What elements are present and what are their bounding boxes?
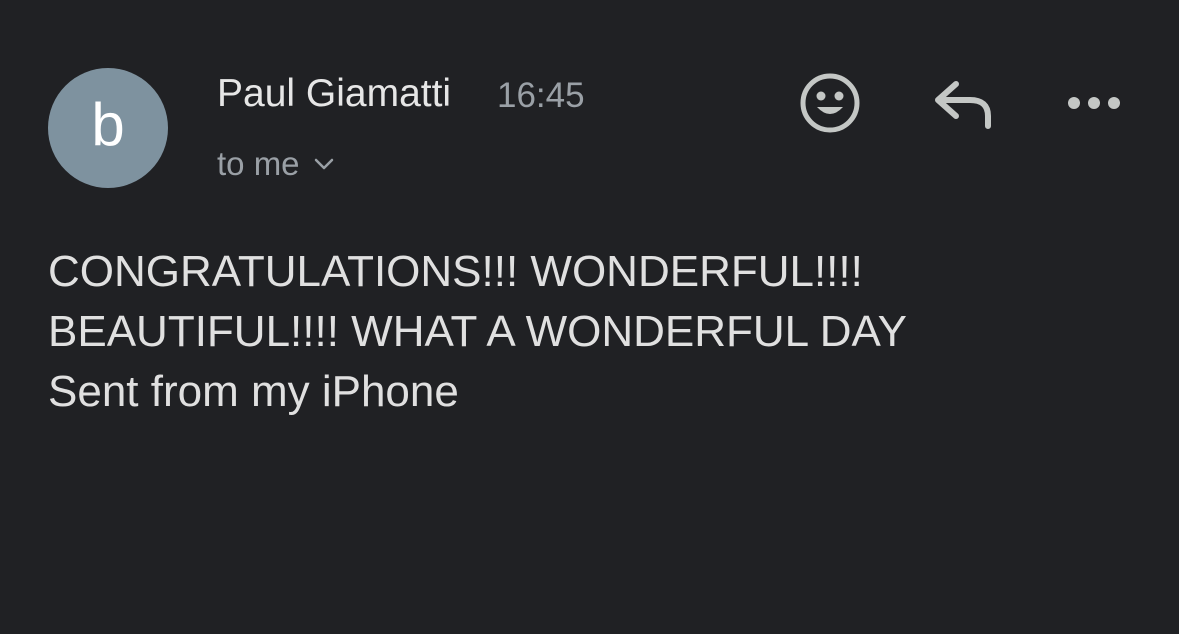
add-reaction-button[interactable] bbox=[798, 71, 862, 135]
reply-arrow-icon bbox=[935, 81, 991, 129]
message-time: 16:45 bbox=[497, 76, 585, 115]
reply-button[interactable] bbox=[930, 76, 996, 132]
more-options-button[interactable] bbox=[1064, 88, 1124, 118]
message-body-line: BEAUTIFUL!!!! WHAT A WONDERFUL DAY bbox=[48, 307, 907, 356]
chevron-down-icon bbox=[314, 158, 333, 170]
smiley-icon bbox=[800, 73, 860, 133]
sender-name[interactable]: Paul Giamatti bbox=[217, 72, 451, 116]
message-signature: Sent from my iPhone bbox=[48, 367, 459, 416]
message-body: CONGRATULATIONS!!! WONDERFUL!!!! BEAUTIF… bbox=[48, 242, 1148, 422]
message-body-line: CONGRATULATIONS!!! WONDERFUL!!!! bbox=[48, 247, 863, 296]
avatar-letter: b bbox=[91, 91, 125, 158]
recipient-label: to me bbox=[217, 145, 300, 182]
more-horizontal-icon bbox=[1068, 97, 1120, 109]
avatar[interactable]: b bbox=[48, 68, 168, 188]
recipient-toggle[interactable]: to me bbox=[217, 145, 334, 183]
